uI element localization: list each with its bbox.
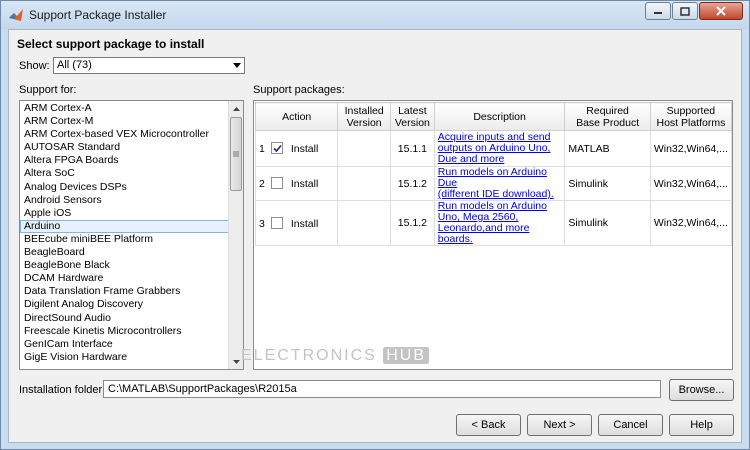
list-item[interactable]: AUTOSAR Standard xyxy=(20,141,229,154)
table-row[interactable]: 2 Install 15.1.2 Run models on Arduino D… xyxy=(254,166,732,201)
row-number: 1 xyxy=(259,143,265,155)
list-item[interactable]: GenICam Interface xyxy=(20,338,229,351)
cancel-button[interactable]: Cancel xyxy=(598,414,663,436)
latest-version-cell: 15.1.1 xyxy=(389,130,435,167)
show-dropdown[interactable]: All (73) xyxy=(53,57,245,74)
window-controls xyxy=(644,2,743,20)
list-item[interactable]: GigE Vision Hardware xyxy=(20,351,229,364)
list-item[interactable]: Analog Devices DSPs xyxy=(20,181,229,194)
installed-version-cell xyxy=(337,200,391,246)
action-label: Install xyxy=(290,178,319,190)
list-item[interactable]: Digilent Analog Discovery xyxy=(20,298,229,311)
support-packages-label: Support packages: xyxy=(253,84,345,96)
action-cell: 3 Install xyxy=(254,200,339,246)
list-item[interactable]: ARM Cortex-M xyxy=(20,115,229,128)
table-header-row: Action Installed Version Latest Version De… xyxy=(254,102,732,131)
watermark: ELECTRONICS HUB xyxy=(241,347,430,365)
column-header-description[interactable]: Description xyxy=(433,102,566,131)
table-row[interactable]: 1 Install 15.1.1 Acquire inputs and send… xyxy=(254,130,732,167)
support-for-items: ARM Cortex-A ARM Cortex-M ARM Cortex-based… xyxy=(20,102,229,364)
list-item[interactable]: Freescale Kinetis Microcontrollers xyxy=(20,325,229,338)
maximize-icon xyxy=(680,6,690,16)
install-checkbox[interactable] xyxy=(270,216,283,229)
scroll-up-button[interactable] xyxy=(229,101,243,116)
host-platforms-cell: Win32,Win64,... xyxy=(649,200,732,246)
list-item[interactable]: Altera FPGA Boards xyxy=(20,154,229,167)
column-header-installed-version[interactable]: Installed Version xyxy=(337,102,391,131)
base-product-cell: Simulink xyxy=(564,166,651,201)
next-button[interactable]: Next > xyxy=(527,414,592,436)
row-number: 3 xyxy=(259,217,265,230)
list-item[interactable]: Apple iOS xyxy=(20,207,229,220)
action-label: Install xyxy=(290,217,319,230)
scroll-thumb[interactable] xyxy=(230,117,242,191)
installation-folder-label: Installation folder: xyxy=(19,384,106,396)
show-label: Show: xyxy=(19,60,50,72)
table-row[interactable]: 3 Install 15.1.2 Run models on Arduino U… xyxy=(254,200,732,246)
column-header-latest-version[interactable]: Latest Version xyxy=(389,102,435,131)
scroll-up-icon xyxy=(232,106,240,111)
list-item[interactable]: Arduino xyxy=(20,219,229,233)
help-button[interactable]: Help xyxy=(669,414,734,436)
list-item[interactable]: Data Translation Frame Grabbers xyxy=(20,285,229,298)
list-item[interactable]: DirectSound Audio xyxy=(20,312,229,325)
browse-button[interactable]: Browse... xyxy=(669,379,734,401)
scroll-down-icon xyxy=(232,359,240,364)
list-item[interactable]: Android Sensors xyxy=(20,194,229,207)
minimize-button[interactable] xyxy=(645,2,671,20)
watermark-right: HUB xyxy=(383,347,430,364)
install-checkbox[interactable] xyxy=(270,177,283,189)
description-link[interactable]: Run models on Arduino Uno, Mega 2560, Le… xyxy=(433,200,566,246)
maximize-button[interactable] xyxy=(672,2,698,20)
dialog-body: Select support package to install Show: … xyxy=(8,29,742,443)
base-product-cell: MATLAB xyxy=(564,130,651,167)
packages-grid: Action Installed Version Latest Version De… xyxy=(254,102,732,246)
installation-folder-input[interactable]: C:\MATLAB\SupportPackages\R2015a xyxy=(103,380,661,398)
base-product-cell: Simulink xyxy=(564,200,651,246)
show-dropdown-value: All (73) xyxy=(57,59,92,71)
watermark-left: ELECTRONICS xyxy=(241,347,377,364)
host-platforms-cell: Win32,Win64,... xyxy=(649,166,732,201)
installed-version-cell xyxy=(337,166,391,201)
list-item[interactable]: Altera SoC xyxy=(20,167,229,180)
column-header-supported-host-platforms[interactable]: Supported Host Platforms xyxy=(649,102,732,131)
support-for-list[interactable]: ARM Cortex-A ARM Cortex-M ARM Cortex-based… xyxy=(19,100,244,370)
latest-version-cell: 15.1.2 xyxy=(389,166,435,201)
list-item[interactable]: BeagleBone Black xyxy=(20,259,229,272)
action-cell: 2 Install xyxy=(254,166,339,201)
description-link[interactable]: Acquire inputs and send outputs on Ardui… xyxy=(433,130,566,167)
row-number: 2 xyxy=(259,178,265,190)
column-header-required-base-product[interactable]: Required Base Product xyxy=(564,102,651,131)
list-item[interactable]: ARM Cortex-based VEX Microcontroller xyxy=(20,128,229,141)
list-item[interactable]: DCAM Hardware xyxy=(20,272,229,285)
title-bar: Support Package Installer xyxy=(1,1,749,29)
list-item[interactable]: BEEcube miniBEE Platform xyxy=(20,233,229,246)
support-packages-table: Action Installed Version Latest Version De… xyxy=(253,100,733,370)
grip-icon xyxy=(233,151,239,157)
list-scrollbar[interactable] xyxy=(228,101,243,369)
close-button[interactable] xyxy=(699,2,743,20)
list-item[interactable]: BeagleBoard xyxy=(20,246,229,259)
window-title: Support Package Installer xyxy=(29,8,167,22)
page-heading: Select support package to install xyxy=(17,37,205,51)
back-button[interactable]: < Back xyxy=(456,414,521,436)
installed-version-cell xyxy=(337,130,391,167)
minimize-icon xyxy=(654,12,662,14)
chevron-down-icon xyxy=(229,58,244,73)
install-checkbox[interactable] xyxy=(270,142,283,154)
installer-window: Support Package Installer Select support… xyxy=(0,0,750,450)
close-icon xyxy=(716,6,726,16)
action-cell: 1 Install xyxy=(254,130,339,167)
latest-version-cell: 15.1.2 xyxy=(389,200,435,246)
checkmark-icon xyxy=(273,144,282,153)
matlab-logo-icon xyxy=(9,9,23,21)
host-platforms-cell: Win32,Win64,... xyxy=(649,130,732,167)
description-link[interactable]: Run models on Arduino Due (different IDE… xyxy=(433,166,566,201)
column-header-action[interactable]: Action xyxy=(254,102,339,131)
support-for-label: Support for: xyxy=(19,84,77,96)
list-item[interactable]: ARM Cortex-A xyxy=(20,102,229,115)
action-label: Install xyxy=(290,143,319,155)
